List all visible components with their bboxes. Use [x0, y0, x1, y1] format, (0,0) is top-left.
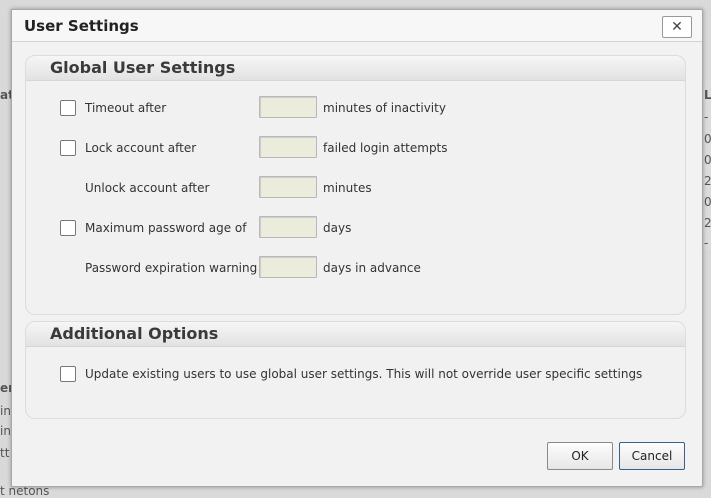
- section-header: Global User Settings: [26, 56, 685, 81]
- lock-account-label: Lock account after: [85, 141, 197, 155]
- bg-text: -: [704, 110, 709, 124]
- unlock-minutes-input[interactable]: [259, 176, 317, 198]
- bg-text: -: [704, 236, 709, 250]
- user-settings-dialog: User Settings ✕ Global User Settings Tim…: [11, 9, 703, 487]
- password-age-input[interactable]: [259, 216, 317, 238]
- bg-text: 2: [704, 174, 711, 188]
- unlock-account-label: Unlock account after: [85, 181, 210, 195]
- timeout-checkbox[interactable]: [60, 100, 76, 116]
- timeout-suffix: minutes of inactivity: [323, 101, 446, 115]
- timeout-minutes-input[interactable]: [259, 96, 317, 118]
- expiration-warning-label: Password expiration warning: [85, 261, 258, 275]
- update-users-row: Update existing users to use global user…: [26, 362, 685, 386]
- ok-button[interactable]: OK: [547, 442, 613, 470]
- close-button[interactable]: ✕: [662, 16, 692, 38]
- password-age-suffix: days: [323, 221, 352, 235]
- bg-text: L: [704, 88, 711, 102]
- timeout-row: Timeout after minutes of inactivity: [26, 96, 685, 120]
- expiration-warning-input[interactable]: [259, 256, 317, 278]
- global-user-settings-section: Global User Settings Timeout after minut…: [25, 55, 686, 315]
- update-users-label: Update existing users to use global user…: [85, 367, 643, 381]
- bg-text: 0: [704, 195, 711, 209]
- bg-text: 0: [704, 153, 711, 167]
- additional-options-section: Additional Options Update existing users…: [25, 321, 686, 419]
- unlock-suffix: minutes: [323, 181, 372, 195]
- password-age-checkbox[interactable]: [60, 220, 76, 236]
- timeout-label: Timeout after: [85, 101, 167, 115]
- section-header: Additional Options: [26, 322, 685, 347]
- lock-account-suffix: failed login attempts: [323, 141, 448, 155]
- close-icon: ✕: [671, 19, 683, 35]
- unlock-account-row: Unlock account after minutes: [26, 176, 685, 200]
- bg-text: tt: [0, 446, 10, 460]
- bg-text: 2: [704, 216, 711, 230]
- lock-account-checkbox[interactable]: [60, 140, 76, 156]
- section-title: Additional Options: [50, 324, 219, 343]
- cancel-button[interactable]: Cancel: [619, 442, 685, 470]
- lock-account-row: Lock account after failed login attempts: [26, 136, 685, 160]
- section-title: Global User Settings: [50, 58, 236, 77]
- update-users-checkbox[interactable]: [60, 366, 76, 382]
- expiration-warning-suffix: days in advance: [323, 261, 421, 275]
- expiration-warning-row: Password expiration warning days in adva…: [26, 256, 685, 280]
- password-age-label: Maximum password age of: [85, 221, 247, 235]
- password-age-row: Maximum password age of days: [26, 216, 685, 240]
- dialog-title: User Settings: [24, 17, 139, 35]
- dialog-titlebar: User Settings ✕: [12, 10, 702, 42]
- bg-text: 0: [704, 132, 711, 146]
- failed-attempts-input[interactable]: [259, 136, 317, 158]
